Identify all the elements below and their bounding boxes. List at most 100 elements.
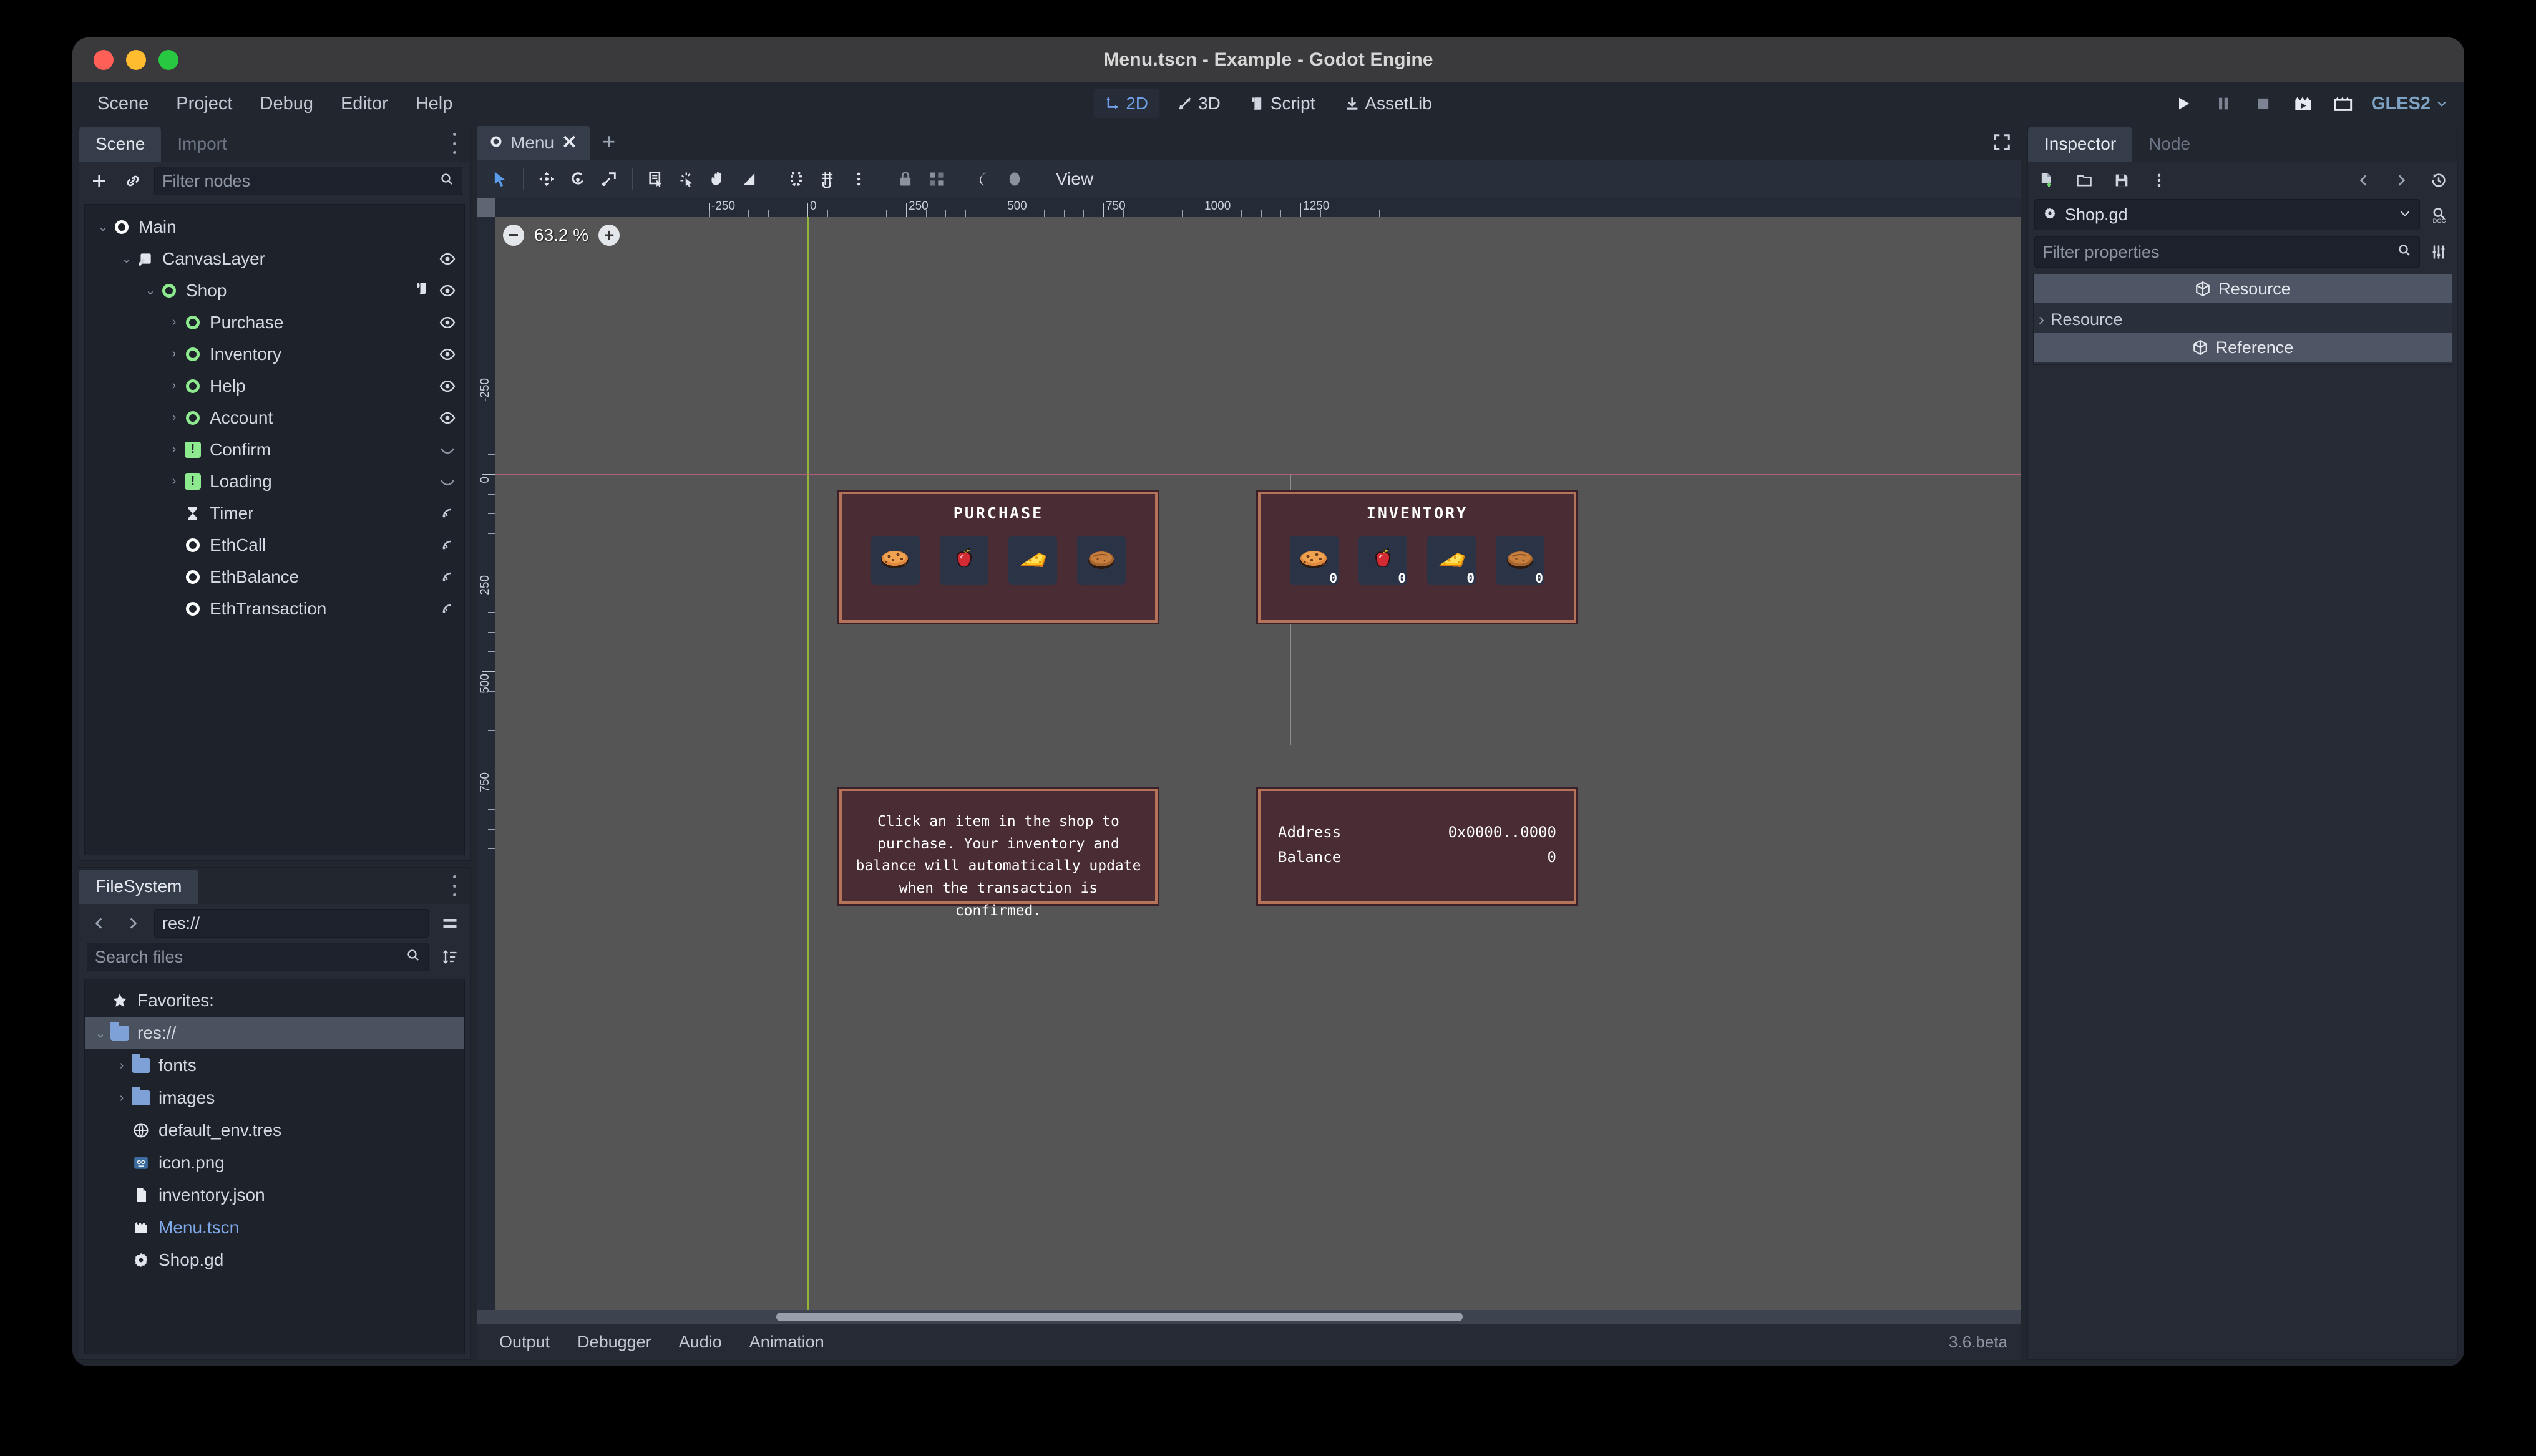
canvas-horizontal-scrollbar[interactable] bbox=[477, 1310, 2021, 1324]
item-slot-bread[interactable]: 0 bbox=[1496, 536, 1544, 586]
history-forward-icon[interactable] bbox=[2389, 168, 2414, 193]
chevron-right-icon[interactable]: › bbox=[166, 315, 182, 329]
snap-magnet-icon[interactable] bbox=[782, 165, 811, 193]
new-resource-icon[interactable] bbox=[2034, 168, 2059, 193]
scene-tree-item-shop[interactable]: ⌄ Shop bbox=[85, 274, 464, 306]
more-options-icon[interactable] bbox=[2147, 168, 2172, 193]
scene-tree-item-timer[interactable]: Timer bbox=[85, 497, 464, 529]
history-icon[interactable] bbox=[2426, 168, 2451, 193]
bottom-tab-audio[interactable]: Audio bbox=[668, 1328, 733, 1356]
menu-scene[interactable]: Scene bbox=[84, 87, 162, 120]
snap-options-icon[interactable] bbox=[844, 165, 873, 193]
inspector-resource-selector[interactable]: Shop.gd bbox=[2034, 199, 2420, 230]
visibility-eye-icon[interactable] bbox=[439, 249, 456, 269]
plus-icon[interactable] bbox=[87, 168, 112, 193]
tab-3d[interactable]: 3D bbox=[1166, 89, 1232, 118]
bottom-tab-debugger[interactable]: Debugger bbox=[566, 1328, 663, 1356]
tab-2d[interactable]: 2D bbox=[1093, 89, 1160, 118]
visibility-eye-icon[interactable] bbox=[439, 281, 456, 301]
scrollbar-thumb[interactable] bbox=[776, 1313, 1463, 1321]
visibility-eye-icon[interactable] bbox=[439, 313, 456, 332]
filesystem-item-menu-tscn[interactable]: Menu.tscn bbox=[85, 1211, 464, 1244]
signal-icon[interactable] bbox=[441, 567, 456, 587]
scene-tree-item-purchase[interactable]: › Purchase bbox=[85, 306, 464, 338]
play-icon[interactable] bbox=[2172, 92, 2195, 115]
search-files-input[interactable]: Search files bbox=[87, 943, 429, 971]
distraction-free-icon[interactable] bbox=[1992, 133, 2011, 155]
bottom-tab-animation[interactable]: Animation bbox=[738, 1328, 836, 1356]
2d-canvas[interactable]: -250 0 250 500 750 1000 1250 -250 0 250 500 750 − … bbox=[477, 198, 2021, 1310]
chevron-down-icon[interactable]: ⌄ bbox=[119, 251, 135, 266]
save-resource-icon[interactable] bbox=[2109, 168, 2134, 193]
chevron-right-icon[interactable]: › bbox=[114, 1091, 130, 1105]
chevron-right-icon[interactable]: › bbox=[166, 379, 182, 393]
filesystem-tree[interactable]: Favorites: ⌄ res:// › fonts › images default_en… bbox=[84, 979, 465, 1354]
signal-icon[interactable] bbox=[441, 599, 456, 619]
filesystem-item-shop-gd[interactable]: Shop.gd bbox=[85, 1244, 464, 1276]
scene-tab-menu[interactable]: Menu ✕ bbox=[477, 126, 590, 160]
sort-icon[interactable] bbox=[437, 944, 462, 969]
pan-mode-icon[interactable] bbox=[704, 165, 733, 193]
scene-tree-item-ethcall[interactable]: EthCall bbox=[85, 529, 464, 561]
zoom-out-icon[interactable]: − bbox=[503, 225, 524, 246]
grid-snap-icon[interactable] bbox=[813, 165, 842, 193]
filesystem-path-input[interactable]: res:// bbox=[154, 909, 429, 938]
history-back-icon[interactable] bbox=[2351, 168, 2376, 193]
filesystem-item-default-env-tres[interactable]: default_env.tres bbox=[85, 1114, 464, 1147]
game-inventory-panel[interactable]: INVENTORY 0 0 0 0 bbox=[1258, 492, 1576, 623]
group-icon[interactable] bbox=[922, 165, 951, 193]
menu-debug[interactable]: Debug bbox=[246, 87, 327, 120]
chevron-right-icon[interactable]: › bbox=[114, 1059, 130, 1073]
filesystem-item-favorites-[interactable]: Favorites: bbox=[85, 984, 464, 1017]
tab-filesystem[interactable]: FileSystem bbox=[79, 870, 198, 904]
scene-tree-item-ethtransaction[interactable]: EthTransaction bbox=[85, 593, 464, 624]
item-slot-apple[interactable]: 0 bbox=[1358, 536, 1407, 586]
tab-assetlib[interactable]: AssetLib bbox=[1332, 89, 1443, 118]
signal-icon[interactable] bbox=[441, 503, 456, 523]
filesystem-dock-menu-icon[interactable] bbox=[446, 875, 462, 896]
tab-inspector[interactable]: Inspector bbox=[2028, 127, 2133, 162]
inspector-category-reference[interactable]: Reference bbox=[2034, 333, 2452, 362]
filesystem-item-images[interactable]: › images bbox=[85, 1082, 464, 1114]
filesystem-item-fonts[interactable]: › fonts bbox=[85, 1049, 464, 1082]
object-tools-icon[interactable] bbox=[2426, 240, 2451, 265]
chevron-right-icon[interactable]: › bbox=[166, 474, 182, 488]
ruler-corner[interactable] bbox=[477, 198, 495, 217]
add-scene-tab-button[interactable]: + bbox=[590, 127, 628, 160]
menu-project[interactable]: Project bbox=[162, 87, 246, 120]
stop-icon[interactable] bbox=[2251, 92, 2275, 115]
item-slot-bread[interactable] bbox=[1077, 536, 1126, 585]
filter-properties-input[interactable]: Filter properties bbox=[2034, 236, 2420, 268]
list-select-icon[interactable] bbox=[641, 165, 670, 193]
scale-mode-icon[interactable] bbox=[595, 165, 623, 193]
menu-help[interactable]: Help bbox=[402, 87, 467, 120]
scene-tree-item-loading[interactable]: ›! Loading bbox=[85, 465, 464, 497]
skeleton-icon[interactable] bbox=[969, 165, 998, 193]
chevron-right-icon[interactable]: › bbox=[166, 410, 182, 425]
game-purchase-panel[interactable]: PURCHASE bbox=[839, 492, 1158, 623]
visibility-hidden-icon[interactable] bbox=[439, 472, 456, 492]
open-resource-icon[interactable] bbox=[2072, 168, 2097, 193]
pause-icon[interactable] bbox=[2212, 92, 2235, 115]
filesystem-item-inventory-json[interactable]: inventory.json bbox=[85, 1179, 464, 1211]
item-slot-cheese[interactable] bbox=[1008, 536, 1057, 585]
visibility-eye-icon[interactable] bbox=[439, 408, 456, 428]
lock-icon[interactable] bbox=[891, 165, 920, 193]
visibility-eye-icon[interactable] bbox=[439, 376, 456, 396]
zoom-in-icon[interactable]: + bbox=[598, 225, 620, 246]
filesystem-item-icon-png[interactable]: icon.png bbox=[85, 1147, 464, 1179]
link-icon[interactable] bbox=[120, 168, 145, 193]
chevron-down-icon[interactable]: ⌄ bbox=[142, 283, 158, 298]
rotate-mode-icon[interactable] bbox=[563, 165, 592, 193]
chevron-right-icon[interactable]: › bbox=[166, 347, 182, 361]
play-scene-icon[interactable] bbox=[2291, 92, 2315, 115]
chevron-right-icon[interactable]: › bbox=[2039, 310, 2044, 329]
menu-editor[interactable]: Editor bbox=[327, 87, 402, 120]
scene-dock-menu-icon[interactable] bbox=[446, 133, 462, 154]
renderer-selector[interactable]: GLES2 bbox=[2371, 94, 2448, 114]
tab-scene[interactable]: Scene bbox=[79, 127, 162, 162]
signal-icon[interactable] bbox=[441, 535, 456, 555]
chevron-down-icon[interactable]: ⌄ bbox=[92, 1026, 109, 1041]
scene-tree-item-main[interactable]: ⌄ Main bbox=[85, 211, 464, 243]
search-doc-icon[interactable]: DOC bbox=[2426, 202, 2451, 227]
